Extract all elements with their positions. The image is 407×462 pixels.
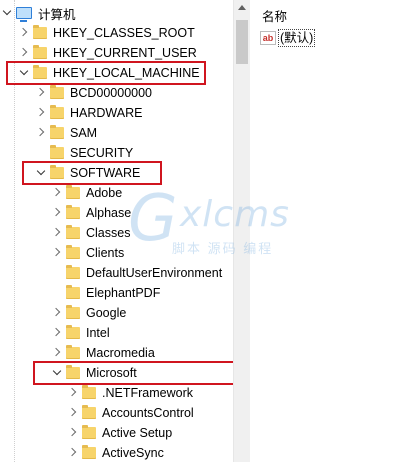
folder-icon bbox=[50, 145, 64, 159]
folder-icon bbox=[66, 345, 80, 359]
tree-item-label: HKEY_CLASSES_ROOT bbox=[53, 26, 195, 40]
tree-vertical-scrollbar[interactable] bbox=[233, 0, 249, 462]
tree-item-adobe[interactable]: Adobe bbox=[52, 183, 122, 203]
tree-item-label: Active Setup bbox=[102, 426, 173, 440]
collapsed-chevron-icon[interactable] bbox=[52, 303, 62, 323]
tree-item-label: Clients bbox=[86, 246, 125, 260]
collapsed-chevron-icon[interactable] bbox=[19, 23, 29, 43]
folder-icon bbox=[66, 225, 80, 239]
tree-item-label: Macromedia bbox=[86, 346, 155, 360]
folder-icon bbox=[66, 205, 80, 219]
folder-icon bbox=[82, 425, 96, 439]
tree-item-clients[interactable]: Clients bbox=[52, 243, 124, 263]
tree-item-label: SAM bbox=[70, 126, 98, 140]
tree-item-label: Alphase bbox=[86, 206, 132, 220]
collapsed-chevron-icon[interactable] bbox=[52, 343, 62, 363]
value-row-default[interactable]: ab (默认) bbox=[260, 28, 316, 48]
folder-icon bbox=[82, 445, 96, 459]
tree-item-label: Adobe bbox=[86, 186, 123, 200]
folder-icon bbox=[66, 285, 80, 299]
collapsed-chevron-icon[interactable] bbox=[52, 183, 62, 203]
tree-item-security[interactable]: SECURITY bbox=[36, 143, 133, 163]
tree-item-bcd[interactable]: BCD00000000 bbox=[36, 83, 152, 103]
tree-item-computer[interactable]: 计算机 bbox=[2, 3, 76, 23]
folder-icon bbox=[66, 305, 80, 319]
tree-item-label: Classes bbox=[86, 226, 131, 240]
tree-item-label: ElephantPDF bbox=[86, 286, 161, 300]
collapsed-chevron-icon[interactable] bbox=[68, 403, 78, 423]
registry-tree-pane[interactable]: 计算机 HKEY_CLASSES_ROOT HKEY_CURRENT_USER … bbox=[0, 0, 233, 462]
collapsed-chevron-icon[interactable] bbox=[52, 243, 62, 263]
tree-item-label: DefaultUserEnvironment bbox=[86, 266, 223, 280]
tree-item-google[interactable]: Google bbox=[52, 303, 126, 323]
collapsed-chevron-icon[interactable] bbox=[68, 383, 78, 403]
expand-chevron-icon[interactable] bbox=[2, 3, 12, 23]
collapsed-chevron-icon[interactable] bbox=[36, 83, 46, 103]
tree-item-intel[interactable]: Intel bbox=[52, 323, 110, 343]
collapsed-chevron-icon[interactable] bbox=[52, 203, 62, 223]
tree-item-label: Intel bbox=[86, 326, 110, 340]
column-header-name[interactable]: 名称 bbox=[262, 6, 287, 25]
folder-icon bbox=[50, 105, 64, 119]
tree-item-active-setup[interactable]: Active Setup bbox=[68, 423, 172, 443]
tree-item-hkey-classes-root[interactable]: HKEY_CLASSES_ROOT bbox=[19, 23, 195, 43]
tree-item-label: HARDWARE bbox=[70, 106, 143, 120]
folder-icon bbox=[66, 185, 80, 199]
tree-item-netframework[interactable]: .NETFramework bbox=[68, 383, 193, 403]
tree-item-hkey-current-user[interactable]: HKEY_CURRENT_USER bbox=[19, 43, 197, 63]
folder-icon bbox=[50, 85, 64, 99]
folder-icon bbox=[66, 325, 80, 339]
highlight-box-hkey-local-machine bbox=[6, 61, 206, 85]
scrollbar-thumb[interactable] bbox=[236, 20, 248, 64]
tree-item-label: 计算机 bbox=[38, 7, 76, 22]
tree-item-defaultuserenvironment[interactable]: DefaultUserEnvironment bbox=[52, 263, 222, 283]
collapsed-chevron-icon[interactable] bbox=[52, 323, 62, 343]
tree-item-label: AccountsControl bbox=[102, 406, 194, 420]
tree-item-label: Google bbox=[86, 306, 127, 320]
highlight-box-software bbox=[22, 161, 162, 185]
collapsed-chevron-icon[interactable] bbox=[36, 123, 46, 143]
tree-item-label: SECURITY bbox=[70, 146, 134, 160]
string-value-icon: ab bbox=[260, 31, 276, 45]
collapsed-chevron-icon[interactable] bbox=[68, 443, 78, 462]
tree-item-hardware[interactable]: HARDWARE bbox=[36, 103, 142, 123]
tree-item-classes[interactable]: Classes bbox=[52, 223, 130, 243]
collapsed-chevron-icon[interactable] bbox=[36, 103, 46, 123]
folder-icon bbox=[82, 385, 96, 399]
tree-item-elephantpdf[interactable]: ElephantPDF bbox=[52, 283, 160, 303]
tree-item-label: HKEY_CURRENT_USER bbox=[53, 46, 197, 60]
folder-icon bbox=[50, 125, 64, 139]
folder-icon bbox=[33, 25, 47, 39]
tree-item-macromedia[interactable]: Macromedia bbox=[52, 343, 155, 363]
collapsed-chevron-icon[interactable] bbox=[52, 223, 62, 243]
collapsed-chevron-icon[interactable] bbox=[19, 43, 29, 63]
scroll-up-arrow-icon[interactable] bbox=[238, 5, 246, 10]
tree-item-alphase[interactable]: Alphase bbox=[52, 203, 131, 223]
folder-icon bbox=[66, 245, 80, 259]
folder-icon bbox=[66, 265, 80, 279]
tree-item-label: .NETFramework bbox=[102, 386, 193, 400]
folder-icon bbox=[33, 45, 47, 59]
tree-item-activesync[interactable]: ActiveSync bbox=[68, 443, 164, 462]
computer-icon bbox=[16, 7, 32, 22]
tree-item-label: ActiveSync bbox=[102, 446, 164, 460]
registry-values-pane[interactable]: 名称 ab (默认) bbox=[256, 0, 407, 462]
value-name: (默认) bbox=[278, 29, 316, 47]
tree-item-label: BCD00000000 bbox=[70, 86, 153, 100]
folder-icon bbox=[82, 405, 96, 419]
pane-splitter[interactable] bbox=[249, 0, 256, 462]
collapsed-chevron-icon[interactable] bbox=[68, 423, 78, 443]
highlight-box-microsoft bbox=[33, 361, 233, 385]
tree-item-accountscontrol[interactable]: AccountsControl bbox=[68, 403, 194, 423]
tree-item-sam[interactable]: SAM bbox=[36, 123, 97, 143]
